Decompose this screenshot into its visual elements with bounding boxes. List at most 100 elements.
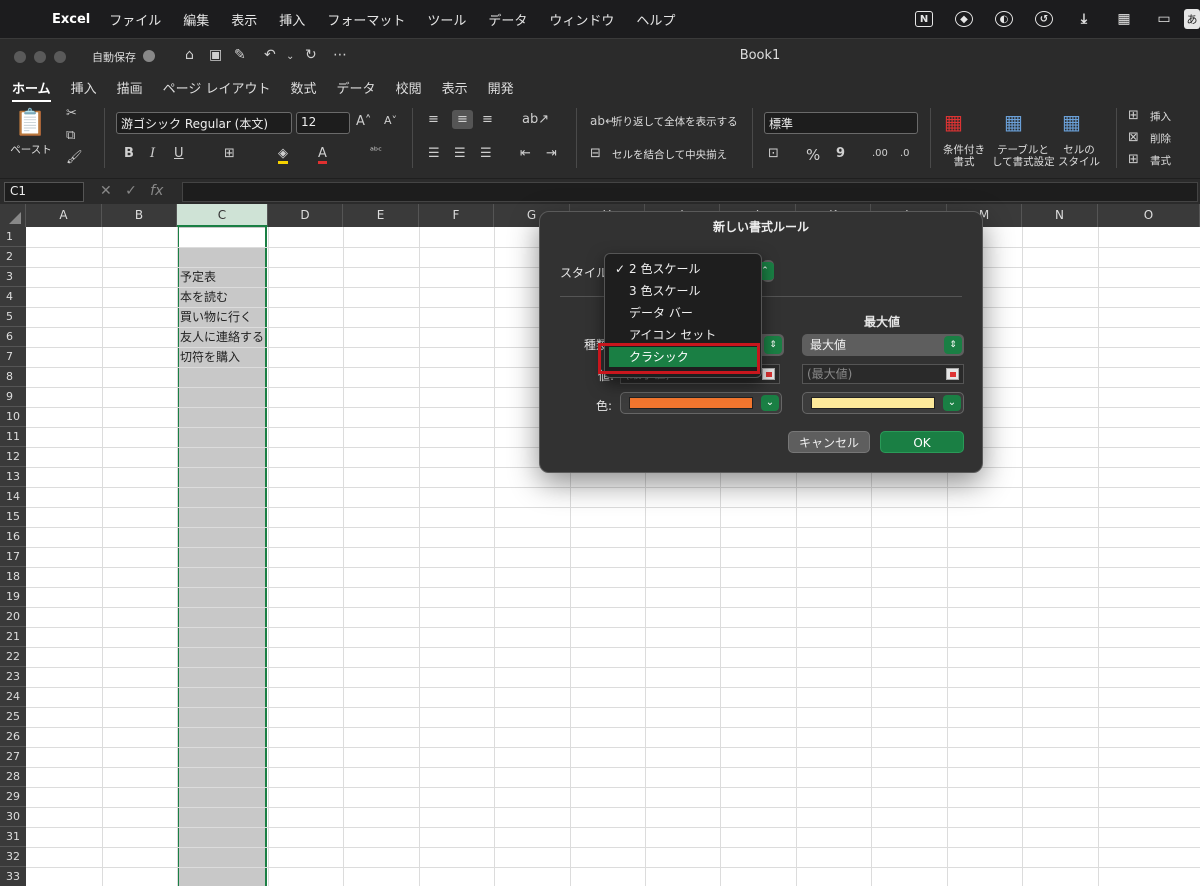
row-header[interactable]: 31 [0, 827, 26, 847]
phonetic-icon[interactable]: ᵃᵇᶜ [370, 146, 382, 157]
row-header[interactable]: 19 [0, 587, 26, 607]
cell-value[interactable]: 本を読む [180, 287, 228, 307]
cell-value[interactable]: 買い物に行く [180, 307, 252, 327]
cell-value[interactable]: 友人に連絡する [180, 327, 264, 347]
range-picker-icon[interactable] [762, 368, 775, 380]
menu-data[interactable]: データ [488, 10, 527, 29]
row-header[interactable]: 26 [0, 727, 26, 747]
column-header[interactable]: E [343, 204, 419, 227]
row-header[interactable]: 2 [0, 247, 26, 267]
cell-value[interactable]: 切符を購入 [180, 347, 240, 367]
row-header[interactable]: 5 [0, 307, 26, 327]
menu-format[interactable]: フォーマット [327, 10, 405, 29]
font-name-select[interactable]: 游ゴシック Regular (本文) [116, 112, 292, 134]
font-color-icon[interactable]: A [318, 146, 327, 164]
insert-cells-icon[interactable]: ⊞ [1128, 108, 1139, 123]
fill-color-icon[interactable]: ◈ [278, 146, 288, 164]
input-method-indicator[interactable]: あ [1184, 9, 1200, 29]
row-header[interactable]: 3 [0, 267, 26, 287]
format-as-table-icon[interactable]: ▦ [1004, 110, 1023, 134]
format-as-table-button[interactable]: テーブルと して書式設定 [992, 144, 1055, 168]
column-header[interactable]: O [1098, 204, 1200, 227]
tab-home[interactable]: ホーム [12, 72, 51, 102]
increase-indent-icon[interactable]: ⇥ [546, 146, 557, 161]
menu-edit[interactable]: 編集 [183, 10, 209, 29]
app-menu[interactable]: Excel [52, 12, 90, 27]
row-header[interactable]: 17 [0, 547, 26, 567]
tab-draw[interactable]: 描画 [117, 72, 143, 102]
copy-icon[interactable]: ⧉ [66, 128, 75, 143]
display-icon[interactable]: ▭ [1155, 11, 1173, 27]
conditional-format-icon[interactable]: ▦ [944, 110, 963, 134]
menu-help[interactable]: ヘルプ [636, 10, 675, 29]
delete-cells-icon[interactable]: ⊠ [1128, 130, 1139, 145]
row-header[interactable]: 32 [0, 847, 26, 867]
merge-center-button[interactable]: セルを結合して中央揃え [612, 149, 727, 161]
row-header[interactable]: 22 [0, 647, 26, 667]
tab-review[interactable]: 校閲 [396, 72, 422, 102]
row-header[interactable]: 7 [0, 347, 26, 367]
percent-button[interactable]: % [806, 146, 820, 164]
accounting-format-icon[interactable]: ⊡ [768, 146, 779, 161]
ok-button[interactable]: OK [880, 431, 964, 453]
app-icon[interactable]: ◆ [955, 11, 973, 27]
row-header[interactable]: 11 [0, 427, 26, 447]
menu-view[interactable]: 表示 [231, 10, 257, 29]
insert-cells-button[interactable]: 挿入 [1150, 111, 1171, 123]
underline-button[interactable]: U [174, 146, 184, 161]
merge-center-icon[interactable]: ⊟ [590, 146, 601, 161]
style-popup-stepper[interactable]: ⌃ [756, 260, 774, 282]
delete-cells-button[interactable]: 削除 [1150, 133, 1171, 145]
menu-insert[interactable]: 挿入 [279, 10, 305, 29]
row-header[interactable]: 16 [0, 527, 26, 547]
row-header[interactable]: 33 [0, 867, 26, 886]
formula-input[interactable] [182, 182, 1198, 202]
menu-tools[interactable]: ツール [427, 10, 466, 29]
menu-item-3-color-scale[interactable]: 3 色スケール [609, 281, 757, 301]
align-top-icon[interactable]: ≡ [428, 112, 439, 127]
tab-page-layout[interactable]: ページ レイアウト [163, 72, 271, 102]
name-box[interactable]: C1 [4, 182, 84, 202]
menu-file[interactable]: ファイル [109, 10, 161, 29]
format-cells-button[interactable]: 書式 [1150, 155, 1171, 167]
layout-icon[interactable]: ▦ [1115, 11, 1133, 27]
decrease-font-icon[interactable]: A˅ [384, 114, 397, 127]
max-value-field[interactable]: (最大値) [802, 364, 964, 384]
align-right-icon[interactable]: ☰ [480, 146, 492, 161]
tab-view[interactable]: 表示 [442, 72, 468, 102]
fx-icon[interactable]: fx [150, 183, 163, 199]
format-cells-icon[interactable]: ⊞ [1128, 152, 1139, 167]
row-header[interactable]: 30 [0, 807, 26, 827]
comma-button[interactable]: 9 [836, 146, 845, 161]
row-header[interactable]: 13 [0, 467, 26, 487]
row-header[interactable]: 1 [0, 227, 26, 247]
row-header[interactable]: 18 [0, 567, 26, 587]
bold-button[interactable]: B [124, 146, 134, 161]
align-middle-icon[interactable]: ≡ [452, 110, 473, 129]
paste-icon[interactable]: 📋 [14, 108, 46, 138]
increase-font-icon[interactable]: A˄ [356, 114, 371, 129]
column-header[interactable]: B [102, 204, 177, 227]
conditional-format-button[interactable]: 条件付き 書式 [936, 144, 992, 168]
download-icon[interactable]: ⤓ [1075, 11, 1093, 27]
range-picker-icon[interactable] [946, 368, 959, 380]
row-header[interactable]: 27 [0, 747, 26, 767]
number-format-select[interactable]: 標準 [764, 112, 918, 134]
tab-formulas[interactable]: 数式 [291, 72, 317, 102]
row-header[interactable]: 9 [0, 387, 26, 407]
row-header[interactable]: 15 [0, 507, 26, 527]
row-header[interactable]: 12 [0, 447, 26, 467]
column-header[interactable]: A [26, 204, 102, 227]
cell-value[interactable]: 予定表 [180, 267, 216, 287]
wrap-text-button[interactable]: 折り返して全体を表示する [612, 116, 738, 128]
notion-icon[interactable]: N [915, 11, 933, 27]
contrast-icon[interactable]: ◐ [995, 11, 1013, 27]
menu-item-2-color-scale[interactable]: ✓ 2 色スケール [609, 259, 757, 279]
max-type-select[interactable]: 最大値 ⇕ [802, 334, 964, 356]
borders-icon[interactable]: ⊞ [224, 146, 235, 161]
orientation-icon[interactable]: ab↗ [522, 112, 549, 127]
row-header[interactable]: 14 [0, 487, 26, 507]
row-header[interactable]: 23 [0, 667, 26, 687]
cell-styles-icon[interactable]: ▦ [1062, 110, 1081, 134]
row-header[interactable]: 28 [0, 767, 26, 787]
